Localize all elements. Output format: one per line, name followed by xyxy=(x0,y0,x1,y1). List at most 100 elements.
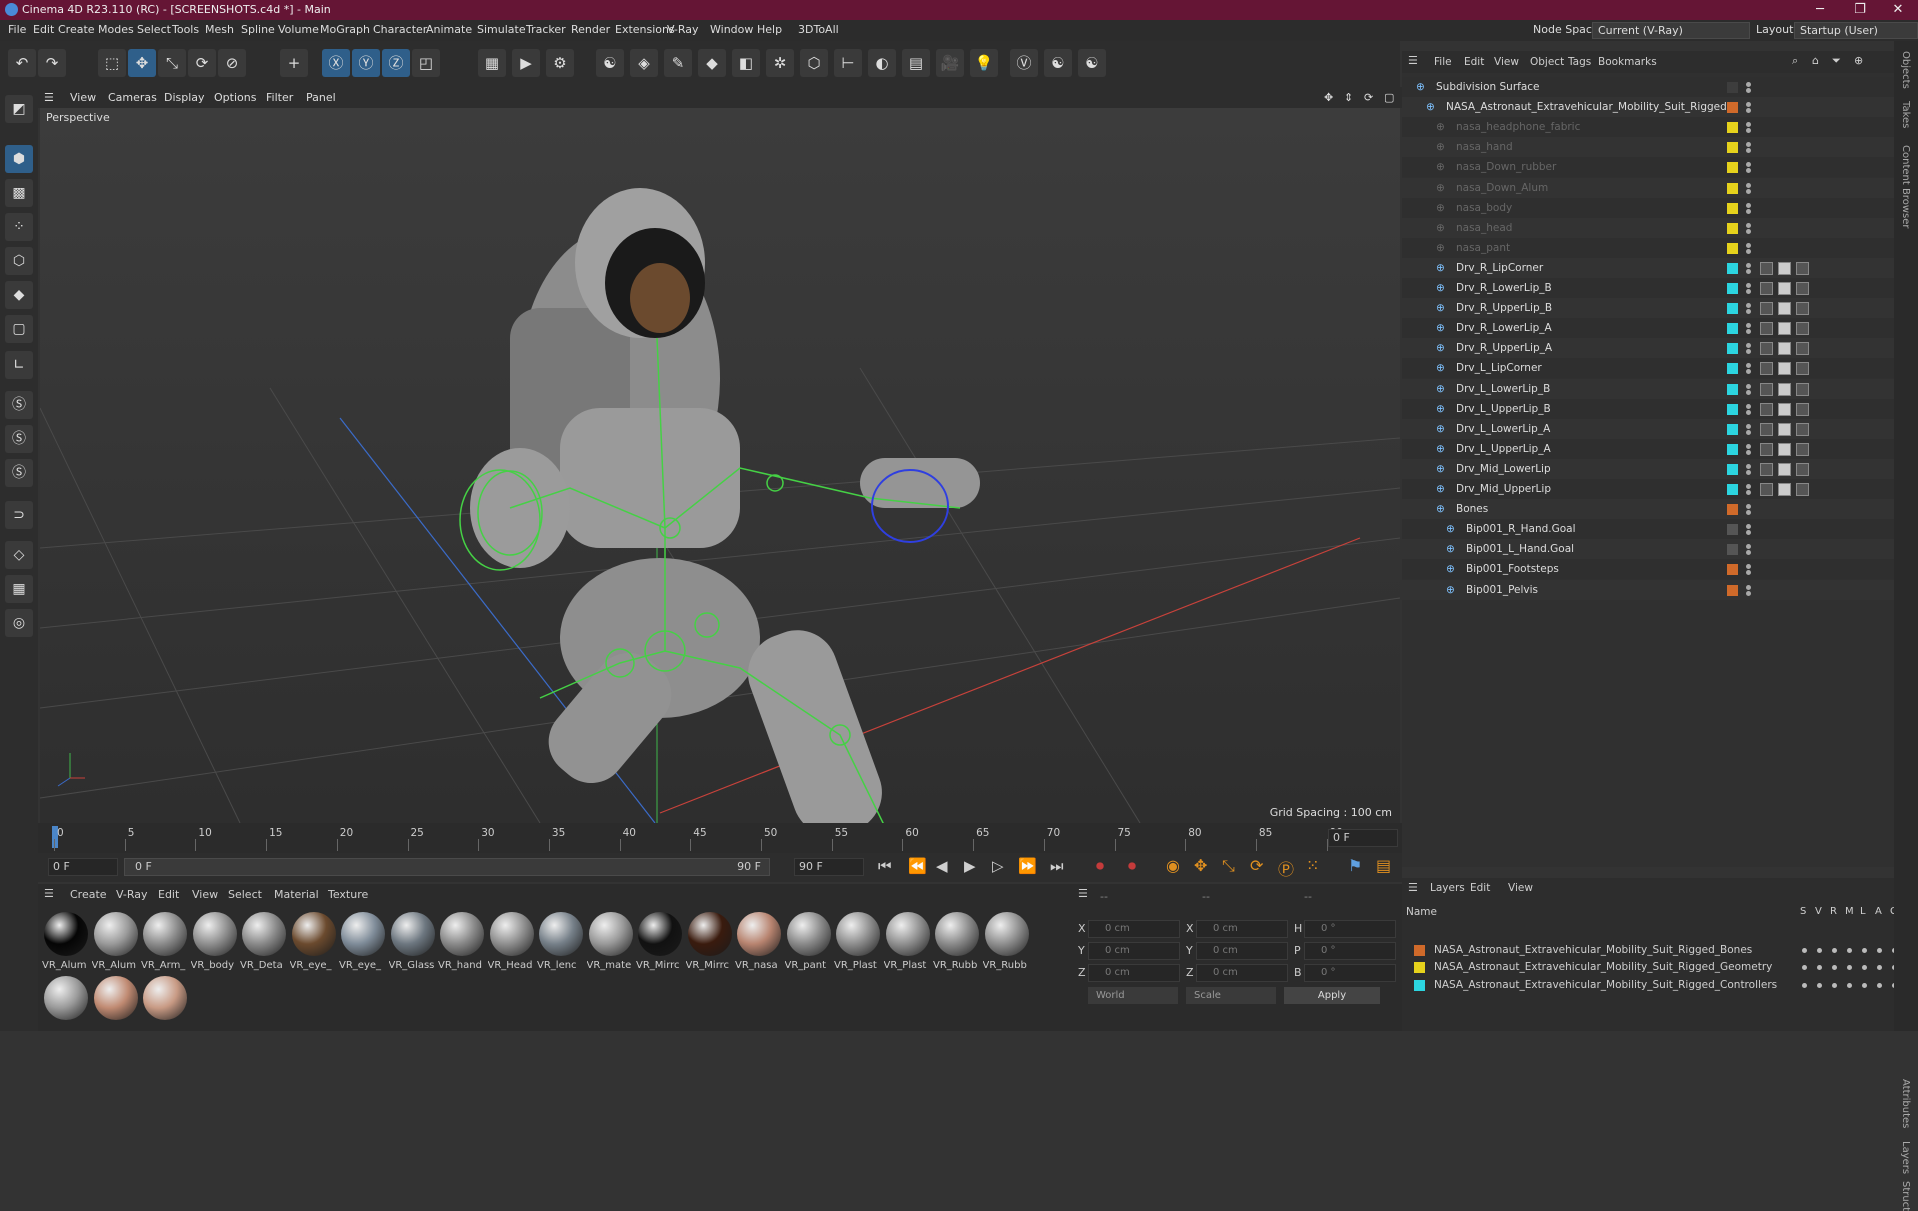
editor-visibility-dot[interactable] xyxy=(1746,463,1751,469)
material-swatch[interactable] xyxy=(984,912,1029,956)
menu-mograph[interactable]: MoGraph xyxy=(320,23,370,36)
tag-checker-icon[interactable] xyxy=(1796,442,1809,456)
restore-icon[interactable]: ❐ xyxy=(1840,0,1880,20)
menu-select[interactable]: Select xyxy=(137,23,171,36)
layer-color-swatch[interactable] xyxy=(1727,142,1738,154)
viewport-rotate-icon[interactable]: ⟳ xyxy=(1364,91,1373,104)
object-menu-bookmarks[interactable]: Bookmarks xyxy=(1598,56,1657,68)
render-visibility-dot[interactable] xyxy=(1746,349,1751,355)
layer-render-toggle[interactable] xyxy=(1832,965,1837,971)
uv-mode-icon[interactable]: ▢ xyxy=(5,315,33,343)
tag-checker-icon[interactable] xyxy=(1796,362,1809,376)
render-visibility-dot[interactable] xyxy=(1746,108,1751,114)
layer-color-swatch[interactable] xyxy=(1727,484,1738,495)
go-to-end-icon[interactable]: ⏭ xyxy=(1050,857,1064,875)
material-swatch[interactable] xyxy=(786,912,831,956)
side-tab-objects[interactable]: Objects xyxy=(1900,51,1911,89)
material-swatch[interactable] xyxy=(440,912,484,956)
tag-help-icon[interactable] xyxy=(1778,282,1791,295)
edges-mode-icon[interactable]: ⬡ xyxy=(5,247,33,275)
tag-ik-icon[interactable] xyxy=(1760,462,1773,476)
material-swatch[interactable] xyxy=(687,912,732,956)
menu-render[interactable]: Render xyxy=(571,23,610,36)
object-menu-object[interactable]: Object xyxy=(1530,56,1564,68)
material-swatch[interactable] xyxy=(638,912,682,956)
tag-help-icon[interactable] xyxy=(1778,422,1791,436)
snap-icon[interactable]: Ⓢ xyxy=(5,391,33,419)
menu-file[interactable]: File xyxy=(8,23,26,36)
axis-mode-icon[interactable]: ∟ xyxy=(5,351,33,379)
render-visibility-dot[interactable] xyxy=(1746,530,1751,536)
object-row[interactable]: ⊕ Bip001_Pelvis xyxy=(1402,579,1894,600)
make-editable-icon[interactable]: ◩ xyxy=(5,95,33,123)
layer-visible-toggle[interactable] xyxy=(1817,982,1822,988)
menu-volume[interactable]: Volume xyxy=(278,23,319,36)
layer-color-swatch[interactable] xyxy=(1727,102,1738,114)
layer-solo-toggle[interactable] xyxy=(1802,948,1807,953)
timeline-view-icon[interactable]: ⚑ xyxy=(1348,856,1362,875)
render-visibility-dot[interactable] xyxy=(1746,490,1751,495)
layers-menu-layers[interactable]: Layers xyxy=(1430,882,1465,894)
previous-frame-icon[interactable]: ◀ xyxy=(936,857,948,875)
object-row[interactable]: ⊕ nasa_Down_rubber xyxy=(1402,157,1894,178)
layer-solo-toggle[interactable] xyxy=(1802,982,1807,988)
floor-icon[interactable]: ▤ xyxy=(902,49,930,77)
layer-solo-toggle[interactable] xyxy=(1802,965,1807,971)
coord-field[interactable]: 0 cm xyxy=(1088,942,1180,960)
menu-create[interactable]: Create xyxy=(58,23,95,36)
points-mode-icon[interactable]: ⁘ xyxy=(5,213,33,241)
material-swatch[interactable] xyxy=(588,912,633,956)
object-row[interactable]: ⊕ nasa_pant xyxy=(1402,237,1894,258)
material-swatch[interactable] xyxy=(242,912,286,956)
previous-key-icon[interactable]: ⏪ xyxy=(908,857,927,875)
menu-edit[interactable]: Edit xyxy=(33,23,54,36)
editor-visibility-dot[interactable] xyxy=(1746,182,1751,188)
render-picture-viewer-icon[interactable]: ▶ xyxy=(512,49,540,77)
timeline-ruler[interactable]: 051015202530354045505560657075808590 0 F xyxy=(38,823,1402,853)
editor-visibility-dot[interactable] xyxy=(1746,423,1751,429)
render-visibility-dot[interactable] xyxy=(1746,88,1751,93)
object-row[interactable]: ⊕ Drv_Mid_LowerLip xyxy=(1402,458,1894,479)
layer-render-toggle[interactable] xyxy=(1832,948,1837,953)
layer-animation-toggle[interactable] xyxy=(1877,948,1882,953)
menu-tracker[interactable]: Tracker xyxy=(526,23,566,36)
layer-animation-toggle[interactable] xyxy=(1877,965,1882,971)
layer-color-swatch[interactable] xyxy=(1727,202,1738,214)
menu-help[interactable]: Help xyxy=(757,23,782,36)
object-menu-view[interactable]: View xyxy=(1494,56,1519,68)
layer-color-swatch[interactable] xyxy=(1727,584,1738,596)
frame-range-slider[interactable]: 0 F 90 F xyxy=(124,858,770,876)
material-menu-view[interactable]: View xyxy=(192,888,218,901)
key-rotation-icon[interactable]: ⟳ xyxy=(1250,856,1263,875)
scale-icon[interactable]: ⤡ xyxy=(158,49,186,77)
render-visibility-dot[interactable] xyxy=(1746,409,1751,415)
viewport-move-icon[interactable]: ✥ xyxy=(1324,91,1333,104)
render-visibility-dot[interactable] xyxy=(1746,228,1751,234)
tag-help-icon[interactable] xyxy=(1778,362,1791,376)
object-row[interactable]: ⊕ Subdivision Surface xyxy=(1402,77,1894,97)
render-visibility-dot[interactable] xyxy=(1746,369,1751,375)
layer-manager-toggle[interactable] xyxy=(1847,948,1852,953)
render-visibility-dot[interactable] xyxy=(1746,148,1751,154)
object-menu-edit[interactable]: Edit xyxy=(1464,56,1484,68)
editor-visibility-dot[interactable] xyxy=(1746,262,1751,268)
coord-field[interactable]: 0 cm xyxy=(1088,920,1180,938)
field-icon[interactable]: ◐ xyxy=(868,49,896,77)
key-parameter-icon[interactable]: Ⓟ xyxy=(1278,856,1294,880)
tag-checker-icon[interactable] xyxy=(1796,261,1809,275)
menu-simulate[interactable]: Simulate xyxy=(477,23,526,36)
editor-visibility-dot[interactable] xyxy=(1746,484,1751,489)
tag-ik-icon[interactable] xyxy=(1760,302,1773,316)
minimize-icon[interactable]: ─ xyxy=(1800,0,1840,20)
layer-color-swatch[interactable] xyxy=(1727,303,1738,315)
menu-tools[interactable]: Tools xyxy=(172,23,199,36)
material-menu-texture[interactable]: Texture xyxy=(328,888,368,901)
python-script-icon[interactable]: ☯ xyxy=(1044,49,1072,77)
bend-icon[interactable]: ⊢ xyxy=(834,49,862,77)
tag-ik-icon[interactable] xyxy=(1760,442,1773,456)
material-swatch[interactable] xyxy=(143,912,187,956)
menu-spline[interactable]: Spline xyxy=(241,23,275,36)
side-tab-attributes[interactable]: Attributes xyxy=(1900,1079,1911,1128)
object-row[interactable]: ⊕ Drv_L_UpperLip_B xyxy=(1402,398,1894,419)
layer-color-swatch[interactable] xyxy=(1727,443,1738,455)
